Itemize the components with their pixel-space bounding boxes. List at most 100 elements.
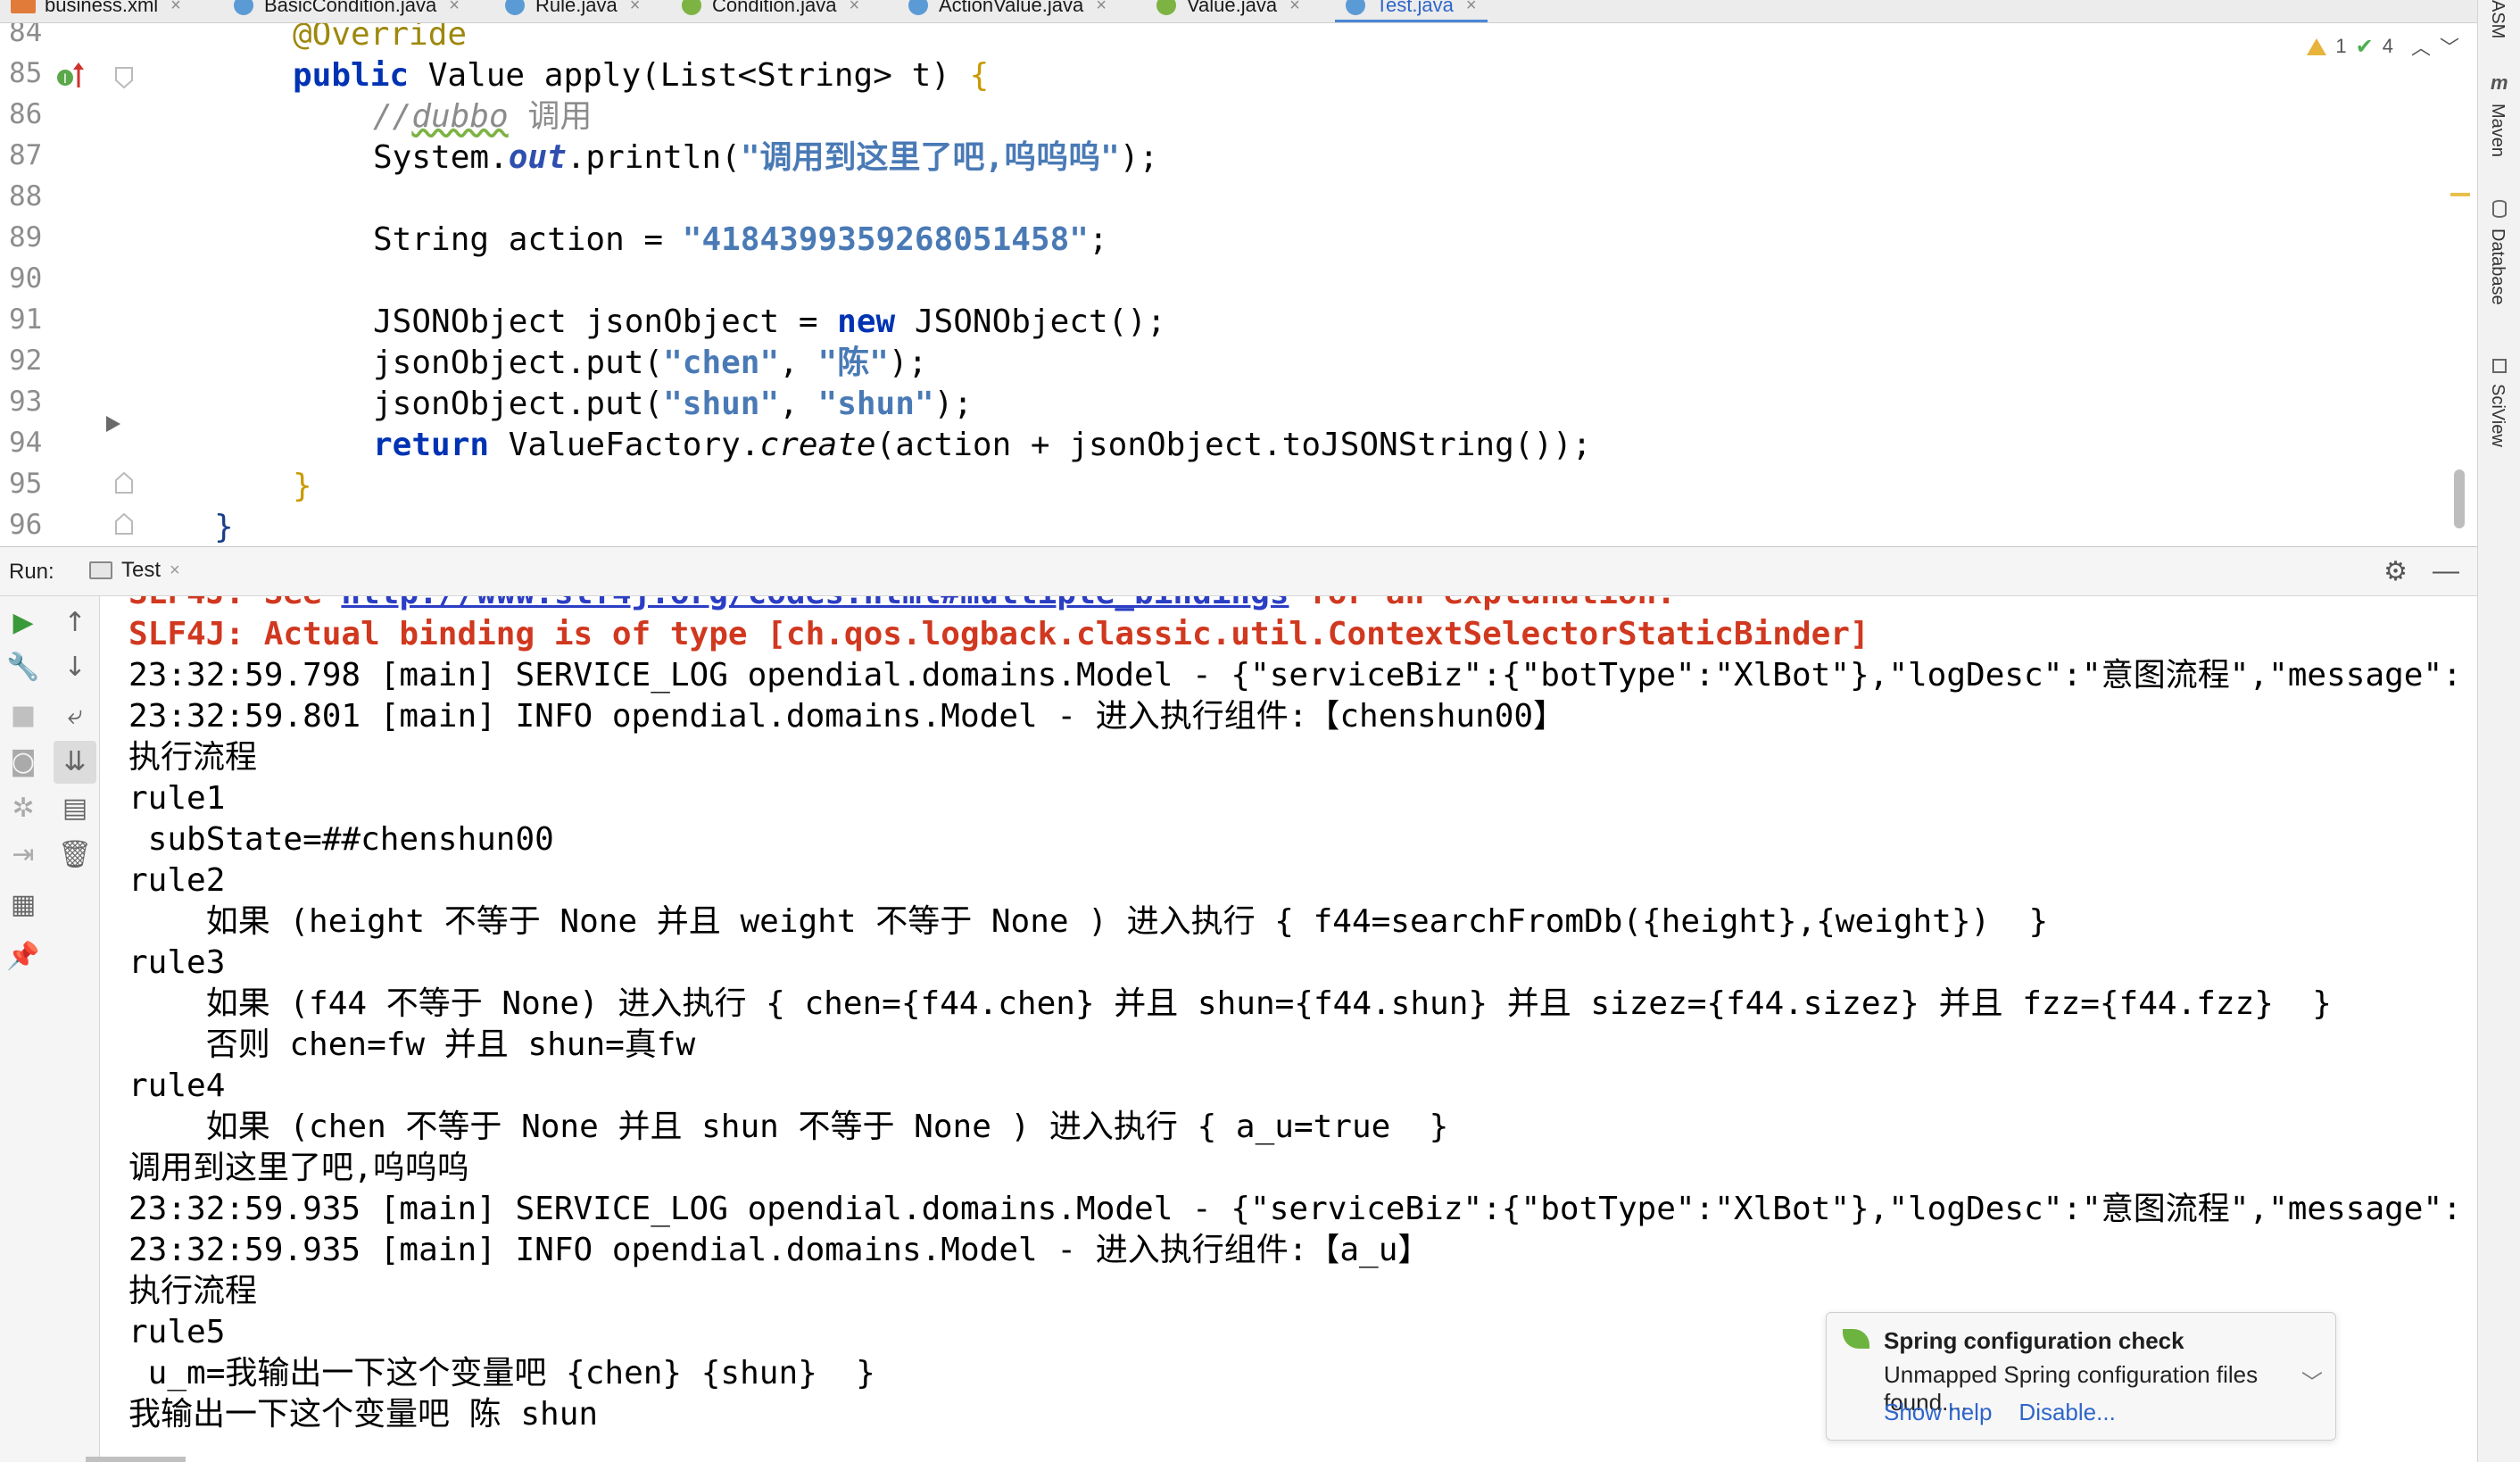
tab-test-java[interactable]: Test.java × bbox=[1335, 0, 1487, 22]
tab-rule-java[interactable]: Rule.java × bbox=[505, 0, 641, 22]
wrench-icon[interactable]: 🔧 bbox=[5, 650, 41, 685]
warning-stripe[interactable] bbox=[2450, 193, 2470, 196]
line-number: 92 bbox=[9, 345, 43, 377]
code-line-94: return ValueFactory.create(action + json… bbox=[373, 427, 1592, 463]
close-icon[interactable]: × bbox=[630, 0, 641, 16]
line-number: 86 bbox=[9, 98, 43, 130]
run-tab-label: Test bbox=[121, 558, 162, 582]
gear-icon[interactable]: ⚙ bbox=[2383, 556, 2408, 587]
run-header-tools: ⚙ — bbox=[2383, 556, 2459, 587]
console-line: 调用到这里了吧,呜呜呜 bbox=[128, 1150, 469, 1186]
maven-tool-label[interactable]: Maven bbox=[2487, 104, 2508, 157]
tab-label: business.xml bbox=[45, 0, 159, 16]
console-line: subState=##chenshun00 bbox=[128, 821, 554, 858]
editor-gutter: 84 85 86 87 88 89 90 91 92 93 94 95 96 I bbox=[0, 23, 143, 546]
maven-icon: m bbox=[2491, 71, 2508, 94]
editor-scrollbar[interactable] bbox=[2454, 469, 2465, 528]
link-multiple-bindings[interactable]: http://www.slf4j.org/codes.html#multiple… bbox=[341, 596, 1289, 611]
fold-icon[interactable] bbox=[114, 512, 134, 536]
class-file-icon bbox=[505, 0, 525, 15]
code-line-87: System.out.println("调用到这里了吧,呜呜呜"); bbox=[373, 139, 1159, 176]
exit-icon[interactable]: ⇥ bbox=[5, 837, 41, 873]
console-line: 如果 (chen 不等于 None 并且 shun 不等于 None ) 进入执… bbox=[128, 1109, 1449, 1145]
code-editor[interactable]: 84 85 86 87 88 89 90 91 92 93 94 95 96 I bbox=[0, 23, 2477, 546]
run-panel-header: Run: Test × ⚙ — bbox=[0, 546, 2477, 596]
notification-actions: Show help Disable... bbox=[1884, 1399, 2116, 1426]
close-icon[interactable]: × bbox=[170, 561, 180, 581]
console-line: rule1 bbox=[128, 780, 226, 817]
database-tool-label[interactable]: Database bbox=[2487, 228, 2508, 305]
breakpoint-arrow-icon[interactable] bbox=[104, 414, 123, 434]
inspection-widget[interactable]: 1 ✔ 4 ︿ ﹀ bbox=[2307, 32, 2459, 61]
tab-business-xml[interactable]: business.xml × bbox=[11, 0, 181, 22]
line-number: 91 bbox=[9, 303, 43, 336]
interface-file-icon bbox=[682, 0, 701, 15]
console-line: rule2 bbox=[128, 862, 226, 899]
chevron-down-icon[interactable]: ﹀ bbox=[2301, 1365, 2323, 1396]
disable-link[interactable]: Disable... bbox=[2018, 1399, 2115, 1426]
tab-condition-java[interactable]: Condition.java × bbox=[682, 0, 859, 22]
fold-icon[interactable] bbox=[114, 66, 134, 89]
soft-wrap-icon[interactable]: ⤶ bbox=[57, 698, 93, 734]
layout-icon[interactable]: ▦ bbox=[5, 887, 41, 923]
class-file-icon bbox=[1346, 0, 1365, 15]
line-number: 85 bbox=[9, 57, 43, 89]
code-line-96: } bbox=[214, 509, 234, 545]
close-icon[interactable]: × bbox=[449, 0, 460, 16]
trash-icon[interactable]: 🗑 bbox=[57, 837, 93, 873]
line-number: 89 bbox=[9, 221, 43, 253]
code-line-86: //dubbo 调用 bbox=[373, 98, 593, 135]
editor-tab-bar: business.xml × BasicCondition.java × Rul… bbox=[0, 0, 2477, 23]
chevron-up-icon[interactable]: ︿ bbox=[2411, 32, 2431, 61]
console-horizontal-scrollbar[interactable] bbox=[86, 1457, 186, 1462]
chevron-down-icon[interactable]: ﹀ bbox=[2440, 32, 2459, 61]
camera-icon[interactable]: ◙ bbox=[5, 744, 41, 780]
console-line: rule3 bbox=[128, 944, 226, 981]
close-icon[interactable]: × bbox=[1466, 0, 1477, 16]
stop-icon[interactable]: ■ bbox=[5, 698, 41, 734]
close-icon[interactable]: × bbox=[849, 0, 859, 16]
minimize-icon[interactable]: — bbox=[2433, 556, 2459, 587]
tab-value-java[interactable]: Value.java × bbox=[1156, 0, 1300, 22]
console-line: SLF4J: See http://www.slf4j.org/codes.ht… bbox=[128, 596, 1676, 614]
asm-tool-label[interactable]: ASM bbox=[2487, 0, 2508, 38]
up-arrow-icon[interactable]: ↑ bbox=[57, 605, 93, 641]
line-number: 90 bbox=[9, 262, 43, 295]
print-icon[interactable]: ▤ bbox=[57, 791, 93, 827]
fold-icon[interactable] bbox=[114, 471, 134, 494]
tab-basiccondition-java[interactable]: BasicCondition.java × bbox=[234, 0, 460, 22]
line-number: 84 bbox=[9, 23, 43, 48]
tab-label: Test.java bbox=[1376, 0, 1454, 16]
console-line: rule5 bbox=[128, 1314, 226, 1350]
code-line-91: JSONObject jsonObject = new JSONObject()… bbox=[373, 303, 1166, 340]
run-tab-test[interactable]: Test × bbox=[89, 558, 180, 583]
tab-label: BasicCondition.java bbox=[264, 0, 437, 16]
console-line: u_m=我输出一下这个变量吧 {chen} {shun} } bbox=[128, 1355, 875, 1391]
sciview-tool-label[interactable]: SciView bbox=[2487, 384, 2508, 447]
tab-label: Rule.java bbox=[535, 0, 618, 16]
tab-actionvalue-java[interactable]: ActionValue.java × bbox=[908, 0, 1107, 22]
tab-label: Condition.java bbox=[712, 0, 837, 16]
close-icon[interactable]: × bbox=[1289, 0, 1300, 16]
code-line-92: jsonObject.put("chen", "陈"); bbox=[373, 345, 928, 381]
xml-file-icon bbox=[11, 0, 36, 13]
line-number: 93 bbox=[9, 386, 43, 418]
interface-file-icon bbox=[1156, 0, 1176, 15]
pin-icon[interactable]: 📌 bbox=[5, 939, 41, 975]
close-icon[interactable]: × bbox=[1096, 0, 1107, 16]
console-line: 我输出一下这个变量吧 陈 shun bbox=[128, 1396, 599, 1433]
scroll-to-end-icon[interactable]: ⇊ bbox=[54, 741, 96, 784]
down-arrow-icon[interactable]: ↓ bbox=[57, 650, 93, 685]
class-file-icon bbox=[908, 0, 928, 15]
implements-method-icon[interactable]: I bbox=[55, 61, 86, 91]
show-help-link[interactable]: Show help bbox=[1884, 1399, 1992, 1426]
check-count: 4 bbox=[2382, 35, 2393, 57]
console-line: 否则 chen=fw 并且 shun=真fw bbox=[128, 1026, 696, 1063]
close-icon[interactable]: × bbox=[170, 0, 181, 16]
settings-icon[interactable]: ✲ bbox=[5, 791, 41, 827]
line-number: 95 bbox=[9, 468, 43, 500]
rerun-icon[interactable]: ▶ bbox=[5, 605, 41, 641]
console-line: 23:32:59.935 [main] INFO opendial.domain… bbox=[128, 1232, 1430, 1268]
console-tab-icon bbox=[89, 561, 112, 579]
spring-config-notification: Spring configuration check Unmapped Spri… bbox=[1826, 1312, 2336, 1441]
